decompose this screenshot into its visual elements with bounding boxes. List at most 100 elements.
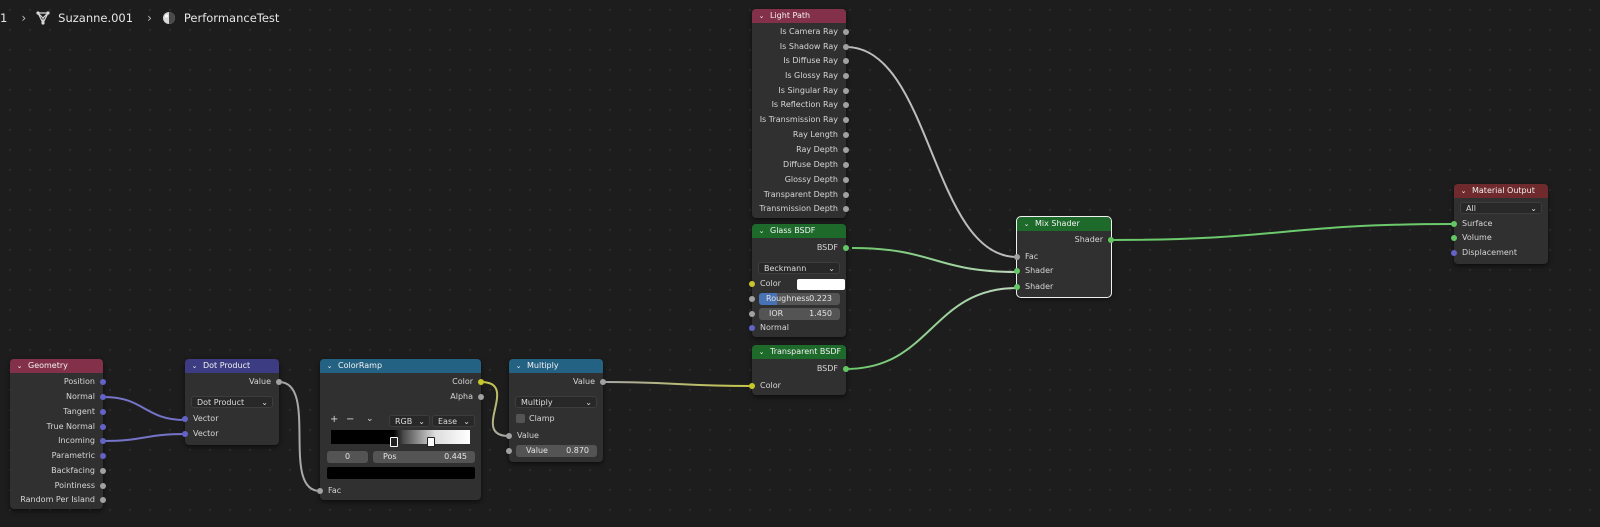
- operation-dropdown[interactable]: Dot Product ⌄: [191, 396, 273, 408]
- socket[interactable]: [749, 296, 755, 302]
- node-header[interactable]: ⌄ Light Path: [752, 9, 846, 23]
- socket[interactable]: [843, 29, 849, 35]
- node-dot-product[interactable]: ⌄ Dot Product Value Dot Product ⌄ Vector …: [182, 359, 282, 445]
- node-material-output[interactable]: ⌄ Material Output All ⌄ Surface Volume Di…: [1451, 184, 1548, 264]
- socket[interactable]: [317, 488, 323, 494]
- socket[interactable]: [1108, 237, 1114, 243]
- output-pointiness: Pointiness: [10, 479, 106, 493]
- socket[interactable]: [843, 102, 849, 108]
- color-mode-dropdown[interactable]: RGB ⌄: [389, 415, 430, 427]
- socket[interactable]: [100, 497, 106, 503]
- socket[interactable]: [276, 379, 282, 385]
- socket[interactable]: [843, 177, 849, 183]
- socket[interactable]: [100, 394, 106, 400]
- breadcrumb-object[interactable]: Suzanne.001: [58, 11, 133, 25]
- socket[interactable]: [843, 147, 849, 153]
- node-mix-shader[interactable]: ⌄ Mix Shader Shader Fac Shader Shader: [1014, 216, 1114, 298]
- socket[interactable]: [749, 325, 755, 331]
- socket[interactable]: [749, 281, 755, 287]
- chevron-down-icon[interactable]: ⌄: [1023, 217, 1030, 231]
- stop-position-field[interactable]: Pos 0.445: [373, 451, 475, 463]
- socket-label: Color: [452, 377, 473, 386]
- socket[interactable]: [1014, 254, 1020, 260]
- node-multiply[interactable]: ⌄ Multiply Value Multiply ⌄ Clamp Value V…: [506, 359, 606, 462]
- ramp-menu-chevron-icon[interactable]: ⌄: [366, 414, 374, 424]
- breadcrumb-material[interactable]: PerformanceTest: [184, 11, 280, 25]
- socket[interactable]: [182, 416, 188, 422]
- node-header[interactable]: ⌄ Mix Shader: [1017, 217, 1111, 231]
- socket[interactable]: [100, 438, 106, 444]
- socket[interactable]: [749, 383, 755, 389]
- chevron-down-icon[interactable]: ⌄: [191, 359, 198, 373]
- socket[interactable]: [506, 433, 512, 439]
- socket[interactable]: [1014, 284, 1020, 290]
- socket[interactable]: [843, 366, 849, 372]
- node-header[interactable]: ⌄ Geometry: [10, 359, 103, 373]
- operation-dropdown[interactable]: Multiply ⌄: [515, 396, 597, 408]
- color-ramp-gradient[interactable]: [331, 430, 470, 444]
- node-header[interactable]: ⌄ Transparent BSDF: [752, 345, 846, 359]
- socket-label: Volume: [1462, 233, 1492, 242]
- clamp-checkbox[interactable]: [516, 414, 525, 423]
- node-transparent-bsdf[interactable]: ⌄ Transparent BSDF BSDF Color: [749, 345, 849, 395]
- remove-stop-button[interactable]: −: [346, 414, 354, 425]
- socket[interactable]: [843, 88, 849, 94]
- node-header[interactable]: ⌄ Material Output: [1454, 184, 1548, 198]
- socket[interactable]: [100, 424, 106, 430]
- socket[interactable]: [843, 192, 849, 198]
- distribution-dropdown[interactable]: Beckmann ⌄: [758, 262, 840, 274]
- socket[interactable]: [843, 162, 849, 168]
- socket[interactable]: [843, 58, 849, 64]
- node-geometry[interactable]: ⌄ Geometry Position Normal Tangent True …: [10, 359, 106, 509]
- socket[interactable]: [1014, 268, 1020, 274]
- stop-color-swatch[interactable]: [327, 467, 475, 479]
- ramp-stop-white[interactable]: [427, 437, 435, 447]
- socket[interactable]: [100, 409, 106, 415]
- chevron-down-icon[interactable]: ⌄: [326, 359, 333, 373]
- socket[interactable]: [1451, 221, 1457, 227]
- chevron-down-icon[interactable]: ⌄: [758, 224, 765, 238]
- socket[interactable]: [100, 468, 106, 474]
- chevron-down-icon[interactable]: ⌄: [758, 9, 765, 23]
- socket[interactable]: [843, 245, 849, 251]
- socket[interactable]: [182, 431, 188, 437]
- chevron-down-icon[interactable]: ⌄: [758, 345, 765, 359]
- socket[interactable]: [478, 379, 484, 385]
- socket[interactable]: [600, 379, 606, 385]
- chevron-down-icon[interactable]: ⌄: [1460, 184, 1467, 198]
- value-field[interactable]: Value 0.870: [506, 445, 597, 457]
- chevron-down-icon[interactable]: ⌄: [16, 359, 23, 373]
- node-header[interactable]: ⌄ Dot Product: [185, 359, 279, 373]
- interpolation-dropdown[interactable]: Ease ⌄: [432, 415, 475, 427]
- field-value: 0.445: [444, 452, 467, 461]
- node-light-path[interactable]: ⌄ Light Path Is Camera Ray Is Shadow Ray…: [752, 9, 849, 218]
- socket[interactable]: [843, 132, 849, 138]
- color-swatch[interactable]: [797, 279, 845, 290]
- ior-field[interactable]: IOR 1.450: [749, 308, 840, 320]
- socket[interactable]: [749, 311, 755, 317]
- ramp-stop-black[interactable]: [390, 437, 398, 447]
- field-value: 0.870: [566, 446, 589, 455]
- node-header[interactable]: ⌄ ColorRamp: [320, 359, 481, 373]
- target-dropdown[interactable]: All ⌄: [1460, 202, 1542, 214]
- breadcrumb-root[interactable]: 1: [0, 11, 7, 25]
- socket[interactable]: [843, 73, 849, 79]
- active-stop-field[interactable]: 0: [327, 451, 368, 463]
- roughness-field[interactable]: Roughness 0.223: [749, 293, 840, 305]
- socket[interactable]: [100, 453, 106, 459]
- socket[interactable]: [506, 448, 512, 454]
- chevron-down-icon[interactable]: ⌄: [515, 359, 522, 373]
- node-glass-bsdf[interactable]: ⌄ Glass BSDF BSDF Beckmann ⌄ Color Roughn…: [749, 224, 849, 337]
- socket[interactable]: [1451, 250, 1457, 256]
- socket[interactable]: [1451, 235, 1457, 241]
- add-stop-button[interactable]: +: [330, 414, 338, 425]
- socket[interactable]: [100, 379, 106, 385]
- node-header[interactable]: ⌄ Glass BSDF: [752, 224, 846, 238]
- socket[interactable]: [100, 483, 106, 489]
- node-color-ramp[interactable]: ⌄ ColorRamp Color Alpha + − ⌄ RGB ⌄ Ease ⌄…: [317, 359, 484, 500]
- socket[interactable]: [478, 394, 484, 400]
- socket[interactable]: [843, 206, 849, 212]
- socket[interactable]: [843, 44, 849, 50]
- socket[interactable]: [843, 117, 849, 123]
- node-header[interactable]: ⌄ Multiply: [509, 359, 603, 373]
